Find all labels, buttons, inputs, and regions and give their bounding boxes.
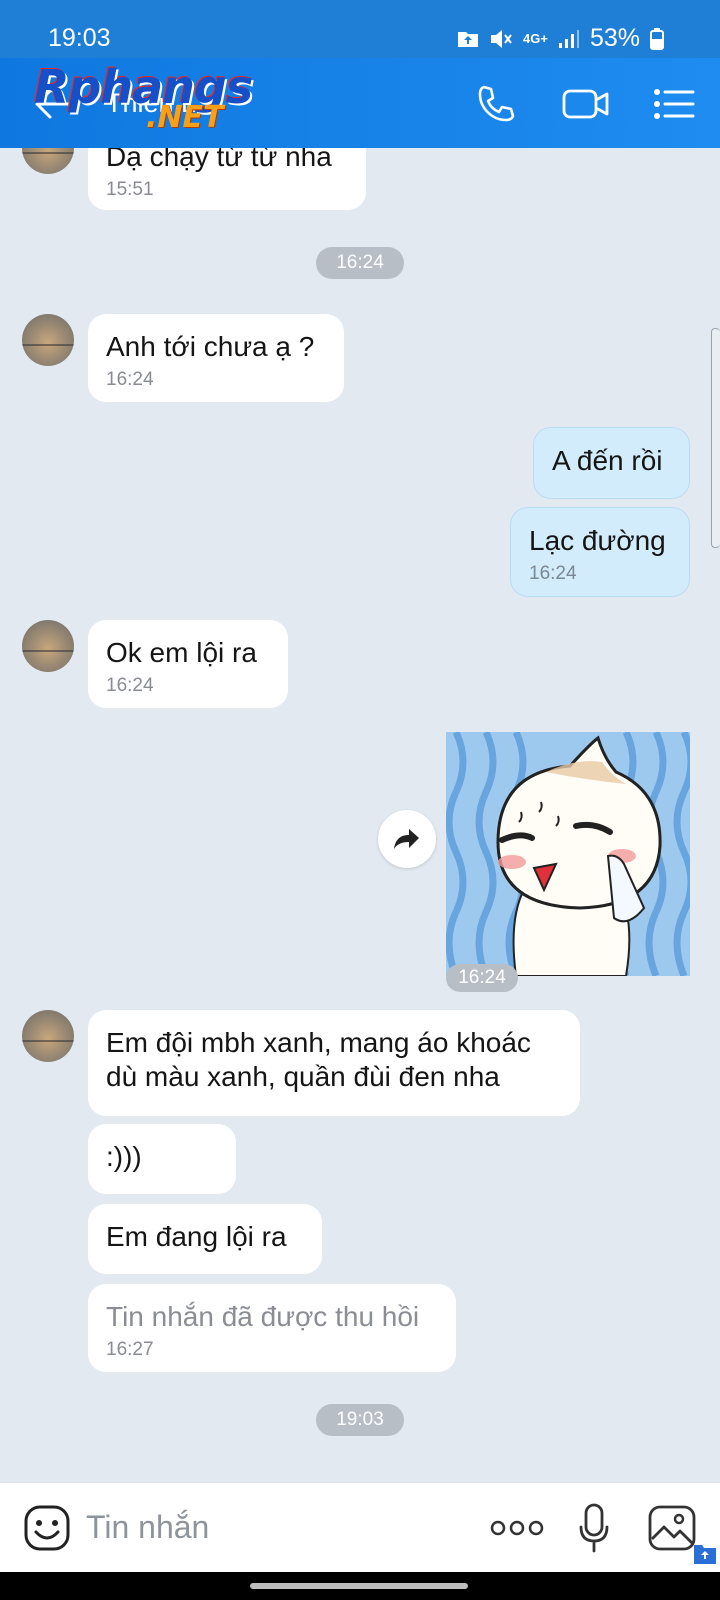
system-navigation-bar <box>0 1572 720 1600</box>
message-text: Ok em lội ra <box>106 637 257 668</box>
video-call-icon[interactable] <box>562 82 610 126</box>
message-bubble[interactable]: :))) <box>88 1124 236 1194</box>
message-text: Tin nhắn đã được thu hồi <box>106 1301 420 1332</box>
message-text: Em đang lội ra <box>106 1221 287 1252</box>
image-icon[interactable] <box>648 1505 696 1551</box>
message-time: 16:27 <box>106 1339 154 1360</box>
status-icons: 4G+ 53% <box>457 24 664 53</box>
message-text: Lạc đường <box>529 525 666 556</box>
message-bubble-outgoing[interactable]: A đến rồi <box>533 427 690 499</box>
avatar[interactable] <box>22 620 74 672</box>
mute-icon <box>491 29 512 48</box>
message-bubble[interactable]: Dạ chạy từ từ nha 15:51 <box>88 148 366 210</box>
message-time: 15:51 <box>106 179 154 200</box>
message-text: Anh tới chưa ạ ? <box>106 331 315 362</box>
emoji-icon[interactable] <box>24 1505 70 1551</box>
avatar[interactable] <box>22 314 74 366</box>
status-bar: 19:03 4G+ 53% <box>0 0 720 58</box>
date-separator: 19:03 <box>316 1404 404 1436</box>
crying-bun-sticker[interactable] <box>446 732 690 976</box>
status-time: 19:03 <box>48 24 111 52</box>
avatar[interactable] <box>22 148 74 174</box>
forward-button[interactable] <box>378 810 436 868</box>
message-time: 16:24 <box>106 675 154 696</box>
avatar[interactable] <box>22 1010 74 1062</box>
message-text: A đến rồi <box>552 445 663 476</box>
logo-sub-text: .NET <box>146 100 224 135</box>
more-options-icon[interactable] <box>490 1516 544 1540</box>
folder-upload-badge-icon <box>694 1545 716 1564</box>
message-bubble[interactable]: Anh tới chưa ạ ? 16:24 <box>88 314 344 402</box>
message-text: :))) <box>106 1141 142 1172</box>
microphone-icon[interactable] <box>578 1503 610 1553</box>
message-bubble[interactable]: Em đội mbh xanh, mang áo khoác dù màu xa… <box>88 1010 580 1116</box>
message-input[interactable]: Tin nhắn <box>86 1509 209 1546</box>
message-text-line-1: Em đội mbh xanh, mang áo khoác <box>106 1027 531 1058</box>
message-bubble[interactable]: Em đang lội ra <box>88 1204 322 1274</box>
network-type: 4G+ <box>523 31 548 46</box>
message-input-bar: Tin nhắn <box>0 1482 720 1573</box>
message-bubble[interactable]: Ok em lội ra 16:24 <box>88 620 288 708</box>
signal-icon <box>558 29 579 48</box>
date-separator: 16:24 <box>316 247 404 279</box>
phone-icon[interactable] <box>474 82 518 126</box>
message-text: Dạ chạy từ từ nha <box>106 148 332 172</box>
sticker-image <box>446 732 690 976</box>
scrollbar-handle[interactable] <box>711 328 720 548</box>
message-time-pill: 16:24 <box>446 964 518 992</box>
recalled-message-bubble[interactable]: Tin nhắn đã được thu hồi 16:27 <box>88 1284 456 1372</box>
chat-header: Thien L Rphangs .NET <box>0 58 720 148</box>
watermark-logo: Rphangs .NET <box>34 60 254 140</box>
message-time: 16:24 <box>529 563 577 584</box>
home-gesture-bar[interactable] <box>250 1583 468 1589</box>
menu-list-icon[interactable] <box>652 82 696 126</box>
message-text-line-2: dù màu xanh, quần đùi đen nha <box>106 1061 500 1092</box>
forward-arrow-icon <box>394 829 419 849</box>
battery-icon <box>650 27 664 50</box>
folder-upload-icon <box>458 31 479 47</box>
battery-percent: 53% <box>589 24 640 52</box>
message-bubble-outgoing[interactable]: Lạc đường 16:24 <box>510 507 690 597</box>
message-time: 16:24 <box>106 369 154 390</box>
message-list[interactable]: Dạ chạy từ từ nha 15:51 16:24 Anh tới ch… <box>0 148 720 1482</box>
